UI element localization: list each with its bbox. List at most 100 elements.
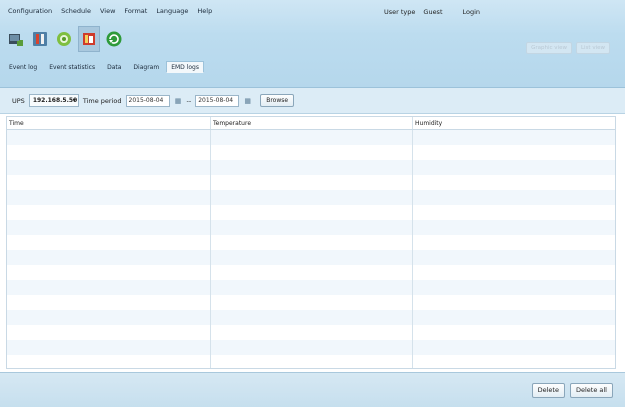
table-cell (413, 160, 615, 175)
table-cell (211, 190, 413, 205)
list-view-button[interactable]: List view (575, 42, 610, 54)
tools-button[interactable] (30, 29, 50, 49)
start-date-input[interactable]: 2015-08-04 (125, 94, 170, 107)
login-link[interactable]: Login (463, 8, 481, 16)
table-row[interactable] (7, 340, 615, 355)
table-cell (211, 205, 413, 220)
column-humidity[interactable]: Humidity (413, 117, 615, 129)
table-cell (413, 145, 615, 160)
settings-button[interactable] (54, 29, 74, 49)
table-cell (7, 355, 211, 368)
footer-buttons: Delete Delete all (531, 383, 613, 398)
footer-bar: Delete Delete all (0, 372, 625, 407)
monitor-icon (9, 34, 23, 46)
table-cell (7, 220, 211, 235)
refresh-button[interactable] (104, 29, 124, 49)
table-row[interactable] (7, 325, 615, 340)
table-cell (7, 295, 211, 310)
table-cell (413, 340, 615, 355)
table-row[interactable] (7, 205, 615, 220)
table-row[interactable] (7, 160, 615, 175)
table-row[interactable] (7, 265, 615, 280)
table-row[interactable] (7, 175, 615, 190)
tab-event-statistics[interactable]: Event statistics (44, 61, 100, 73)
table-cell (413, 190, 615, 205)
table-cell (211, 265, 413, 280)
gear-icon (57, 32, 71, 46)
delete-button[interactable]: Delete (531, 383, 565, 398)
menu-format[interactable]: Format (124, 7, 147, 17)
table-cell (413, 265, 615, 280)
table-cell (7, 130, 211, 145)
table-cell (413, 250, 615, 265)
table-cell (7, 235, 211, 250)
table-cell (7, 205, 211, 220)
top-band: Configuration Schedule View Format Langu… (0, 0, 625, 88)
tab-emd-logs[interactable]: EMD logs (166, 61, 204, 73)
table-row[interactable] (7, 145, 615, 160)
ups-label: UPS (12, 96, 25, 105)
menu-configuration[interactable]: Configuration (8, 7, 52, 17)
table-row[interactable] (7, 130, 615, 145)
menu-help[interactable]: Help (197, 7, 212, 17)
table-row[interactable] (7, 190, 615, 205)
table-body (7, 130, 615, 368)
table-cell (211, 280, 413, 295)
tab-event-log[interactable]: Event log (4, 61, 42, 73)
toolbar (6, 26, 124, 52)
view-switch: Graphic view List view (526, 42, 610, 54)
table-row[interactable] (7, 280, 615, 295)
end-date-input[interactable]: 2015-08-04 (195, 94, 240, 107)
browse-button[interactable]: Browse (260, 94, 295, 107)
column-temperature[interactable]: Temperature (211, 117, 413, 129)
table-cell (211, 175, 413, 190)
table-cell (7, 250, 211, 265)
table-cell (7, 190, 211, 205)
table-cell (211, 325, 413, 340)
table-row[interactable] (7, 235, 615, 250)
table-cell (211, 235, 413, 250)
monitor-button[interactable] (6, 29, 26, 49)
date-separator: -- (186, 96, 192, 105)
table-header: Time Temperature Humidity (7, 117, 615, 130)
user-type-label: User type (384, 8, 416, 16)
menu-bar: Configuration Schedule View Format Langu… (8, 7, 212, 17)
table-row[interactable] (7, 250, 615, 265)
time-period-label: Time period (82, 96, 122, 105)
table-cell (413, 295, 615, 310)
table-cell (413, 220, 615, 235)
table-cell (7, 160, 211, 175)
menu-schedule[interactable]: Schedule (61, 7, 91, 17)
table-cell (7, 145, 211, 160)
table-row[interactable] (7, 310, 615, 325)
table-cell (211, 295, 413, 310)
menu-view[interactable]: View (100, 7, 115, 17)
tab-bar: Event log Event statistics Data Diagram … (4, 61, 204, 73)
logs-button[interactable] (78, 26, 100, 52)
table-cell (413, 355, 615, 368)
table-row[interactable] (7, 295, 615, 310)
graphic-view-button[interactable]: Graphic view (526, 42, 572, 54)
table-cell (7, 280, 211, 295)
table-cell (413, 310, 615, 325)
user-type-value: Guest (423, 8, 443, 16)
menu-language[interactable]: Language (156, 7, 188, 17)
table-cell (211, 250, 413, 265)
table-cell (211, 130, 413, 145)
table-row[interactable] (7, 355, 615, 368)
calendar-icon[interactable]: ▦ (243, 96, 252, 105)
ups-select[interactable]: 192.168.5.50 ▾ (28, 94, 79, 107)
table-cell (7, 175, 211, 190)
chevron-down-icon: ▾ (72, 97, 76, 104)
delete-all-button[interactable]: Delete all (569, 383, 613, 398)
tools-icon (33, 32, 47, 46)
tab-data[interactable]: Data (102, 61, 126, 73)
column-time[interactable]: Time (7, 117, 211, 129)
calendar-icon[interactable]: ▦ (174, 96, 183, 105)
user-area: User type Guest Login (384, 8, 480, 16)
table-cell (413, 130, 615, 145)
tab-diagram[interactable]: Diagram (128, 61, 164, 73)
table-cell (413, 280, 615, 295)
table-row[interactable] (7, 220, 615, 235)
table-cell (413, 325, 615, 340)
